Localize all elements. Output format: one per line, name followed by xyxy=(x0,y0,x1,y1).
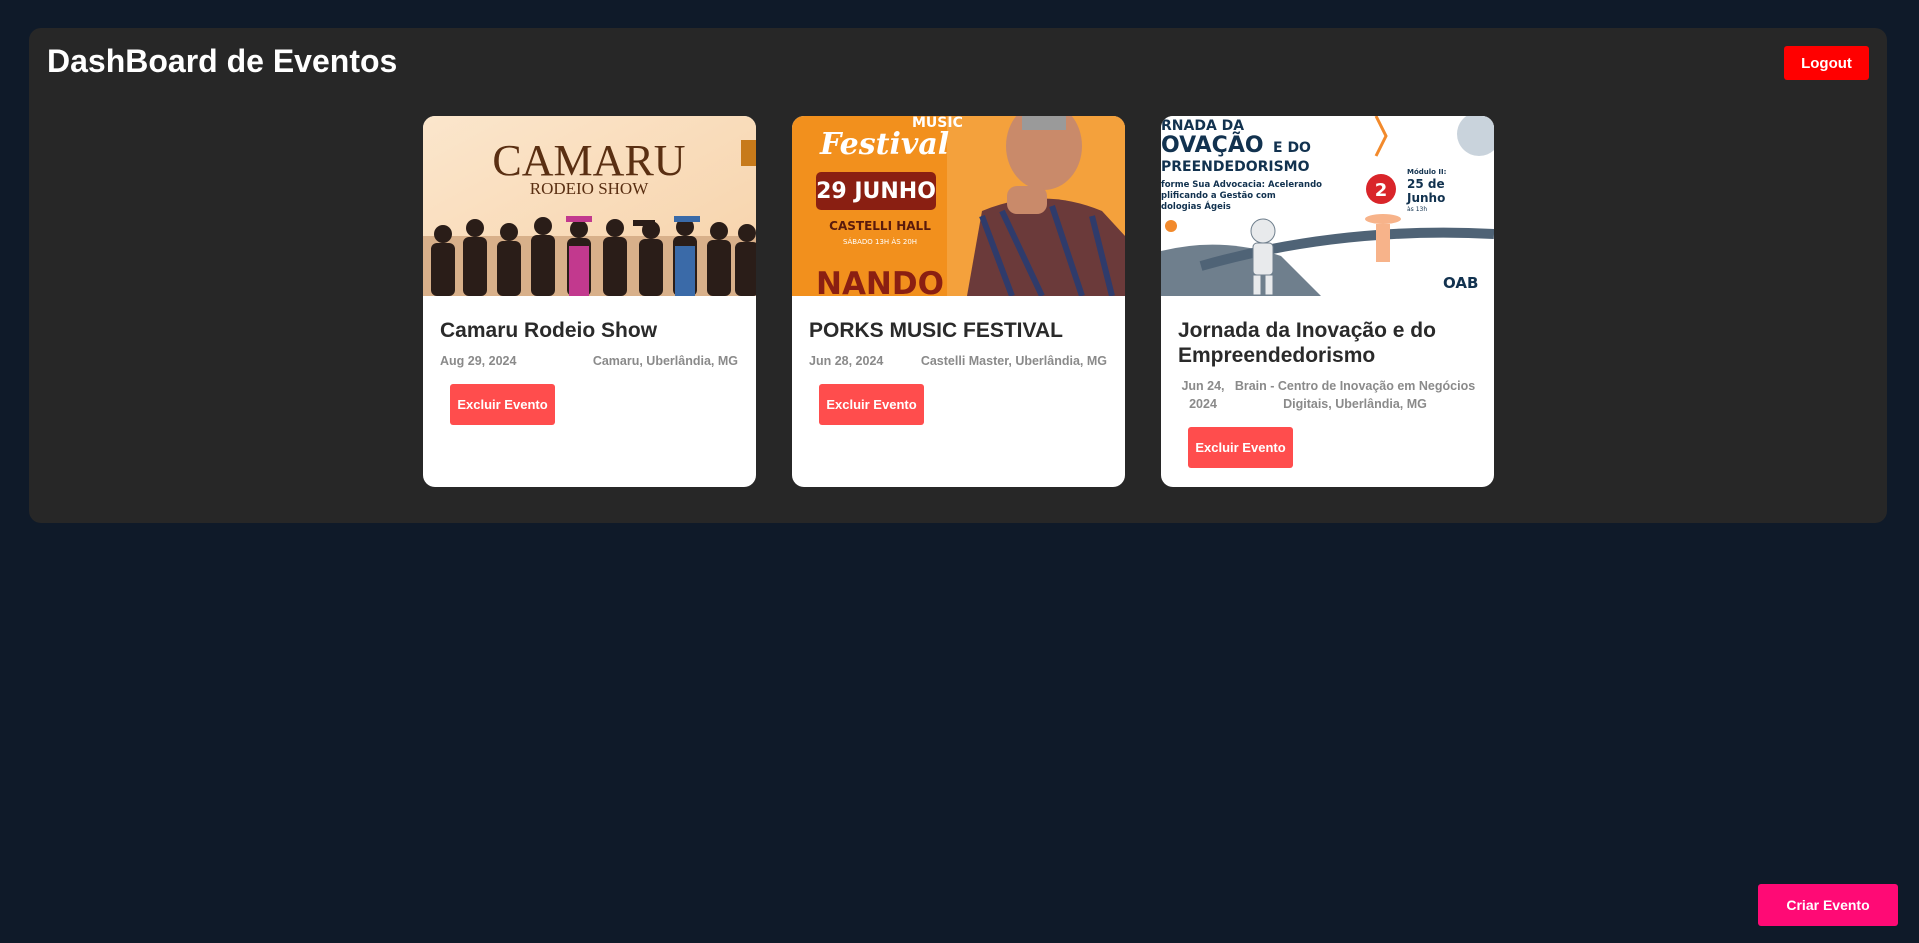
event-location: Castelli Master, Uberlândia, MG xyxy=(920,354,1107,368)
event-meta: Jun 24, 2024 Brain - Centro de Inovação … xyxy=(1178,377,1476,413)
svg-text:CASTELLI HALL: CASTELLI HALL xyxy=(829,219,931,233)
svg-text:OVAÇÃO: OVAÇÃO xyxy=(1161,132,1264,158)
event-title: PORKS MUSIC FESTIVAL xyxy=(809,319,1063,342)
svg-text:Módulo II:: Módulo II: xyxy=(1407,168,1447,176)
svg-text:Junho: Junho xyxy=(1406,191,1445,205)
event-date: Jun 28, 2024 xyxy=(809,354,884,368)
svg-text:25 de: 25 de xyxy=(1407,177,1445,191)
delete-event-button[interactable]: Excluir Evento xyxy=(1188,427,1293,468)
svg-text:dologias Ágeis: dologias Ágeis xyxy=(1161,200,1231,212)
event-title: Camaru Rodeio Show xyxy=(440,319,658,342)
svg-text:OAB: OAB xyxy=(1443,274,1478,292)
svg-text:29 JUNHO: 29 JUNHO xyxy=(816,179,936,204)
event-card: RNADA DA OVAÇÃO E DO PREENDEDORISMO form… xyxy=(1161,116,1494,487)
svg-text:PREENDEDORISMO: PREENDEDORISMO xyxy=(1161,159,1310,175)
event-card: CAMARU RODEIO SHOW Camaru Rodeio Show Au… xyxy=(423,116,756,487)
svg-text:forme Sua Advocacia: Acelerand: forme Sua Advocacia: Acelerando xyxy=(1161,180,1322,190)
svg-text:RODEIO SHOW: RODEIO SHOW xyxy=(530,179,649,198)
event-location: Brain - Centro de Inovação em Negócios D… xyxy=(1234,379,1476,411)
event-card: MUSIC Festival 29 JUNHO CASTELLI HALL SÁ… xyxy=(792,116,1125,487)
svg-text:RNADA DA: RNADA DA xyxy=(1161,118,1244,134)
svg-text:CAMARU: CAMARU xyxy=(492,136,685,185)
event-card-list: CAMARU RODEIO SHOW Camaru Rodeio Show Au… xyxy=(423,116,1494,487)
svg-text:às 13h: às 13h xyxy=(1407,206,1427,213)
delete-event-button[interactable]: Excluir Evento xyxy=(819,384,924,425)
svg-text:plificando a Gestão com: plificando a Gestão com xyxy=(1161,191,1276,201)
event-meta: Aug 29, 2024 Camaru, Uberlândia, MG xyxy=(440,352,738,370)
create-event-button[interactable]: Criar Evento xyxy=(1758,884,1898,926)
event-location: Camaru, Uberlândia, MG xyxy=(592,354,738,368)
svg-text:NANDO: NANDO xyxy=(816,266,944,296)
event-meta: Jun 28, 2024 Castelli Master, Uberlândia… xyxy=(809,352,1107,370)
event-poster-image: RNADA DA OVAÇÃO E DO PREENDEDORISMO form… xyxy=(1161,116,1494,296)
event-poster-image: CAMARU RODEIO SHOW xyxy=(423,116,756,296)
svg-text:E DO: E DO xyxy=(1273,140,1311,156)
event-date: Jun 24, 2024 xyxy=(1181,379,1225,411)
event-title: Jornada da Inovação e do Empreendedorism… xyxy=(1178,319,1436,367)
page-title: DashBoard de Eventos xyxy=(47,43,398,79)
event-poster-image: MUSIC Festival 29 JUNHO CASTELLI HALL SÁ… xyxy=(792,116,1125,296)
svg-text:2: 2 xyxy=(1375,180,1388,201)
svg-text:Festival: Festival xyxy=(819,127,949,162)
dashboard-panel: DashBoard de Eventos Logout CAMARU RODEI… xyxy=(29,28,1887,523)
logout-button[interactable]: Logout xyxy=(1784,46,1869,80)
delete-event-button[interactable]: Excluir Evento xyxy=(450,384,555,425)
event-date: Aug 29, 2024 xyxy=(440,354,517,368)
svg-text:SÁBADO 13H ÀS 20H: SÁBADO 13H ÀS 20H xyxy=(843,237,917,246)
